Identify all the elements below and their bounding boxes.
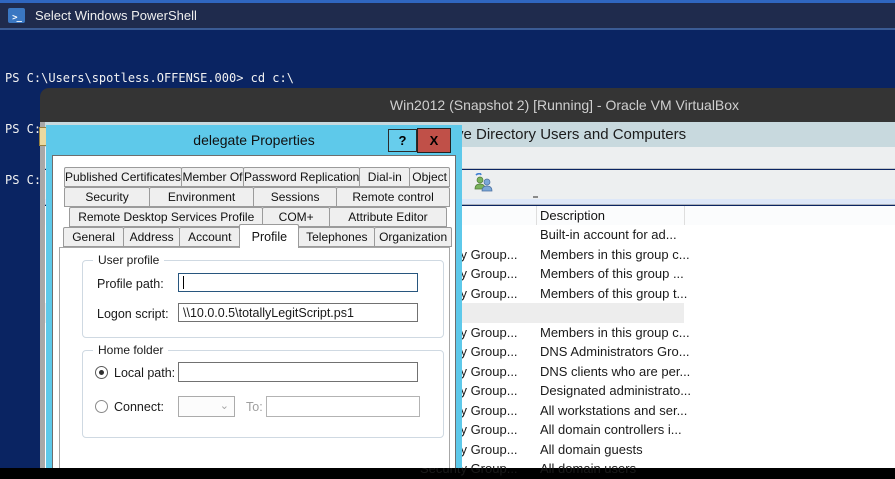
text-caret xyxy=(183,276,184,289)
aduc-window-title: Active Directory Users and Computers xyxy=(431,126,686,143)
tab-address[interactable]: Address xyxy=(123,227,180,247)
tab-security[interactable]: Security xyxy=(64,187,150,207)
connect-radio[interactable] xyxy=(95,400,108,413)
drive-letter-select[interactable]: ⌄ xyxy=(178,396,235,417)
tab-published-certificates[interactable]: Published Certificates xyxy=(64,167,182,187)
cell-description: Designated administrato... xyxy=(540,383,691,398)
tab-attribute-editor[interactable]: Attribute Editor xyxy=(329,207,447,227)
tab-row: General Address Account Profile Telephon… xyxy=(63,227,451,247)
cell-description: All domain users xyxy=(540,461,636,476)
users-icon[interactable] xyxy=(473,173,495,193)
cell-description: DNS clients who are per... xyxy=(540,364,690,379)
logon-script-value: \\10.0.0.5\totallyLegitScript.ps1 xyxy=(183,306,354,320)
tab-account[interactable]: Account xyxy=(179,227,240,247)
group-legend: User profile xyxy=(93,253,164,267)
powershell-window-title: Select Windows PowerShell xyxy=(35,8,197,23)
cell-description: DNS Administrators Gro... xyxy=(540,344,690,359)
to-label: To: xyxy=(246,400,263,414)
powershell-titlebar-divider xyxy=(0,28,895,30)
close-button[interactable]: X xyxy=(417,128,451,153)
connect-to-input[interactable] xyxy=(266,396,420,417)
tab-row: Security Environment Sessions Remote con… xyxy=(64,187,449,207)
tab-member-of[interactable]: Member Of xyxy=(181,167,244,187)
chevron-down-icon: ⌄ xyxy=(220,399,229,412)
local-path-radio[interactable] xyxy=(95,366,108,379)
cell-description: All domain guests xyxy=(540,442,643,457)
cell-description: All domain controllers i... xyxy=(540,422,682,437)
home-folder-group: Home folder Local path: Connect: ⌄ To: xyxy=(82,350,444,438)
cell-description: Built-in account for ad... xyxy=(540,227,677,242)
cell-description: Members in this group c... xyxy=(540,247,690,262)
console-line: PS C:\Users\spotless.OFFENSE.000> cd c:\ xyxy=(5,70,895,87)
connect-label: Connect: xyxy=(114,400,164,414)
tab-organization[interactable]: Organization xyxy=(374,227,452,247)
virtualbox-window-title: Win2012 (Snapshot 2) [Running] - Oracle … xyxy=(390,97,739,113)
cell-description: Members in this group c... xyxy=(540,325,690,340)
user-profile-group: User profile Profile path: Logon script:… xyxy=(82,260,444,338)
profile-path-label: Profile path: xyxy=(97,277,164,291)
tab-row: Published Certificates Member Of Passwor… xyxy=(64,167,449,187)
dialog-title: delegate Properties xyxy=(193,132,314,148)
logon-script-label: Logon script: xyxy=(97,307,169,321)
profile-path-input[interactable] xyxy=(178,273,418,292)
tab-dial-in[interactable]: Dial-in xyxy=(359,167,410,187)
tab-password-replication[interactable]: Password Replication xyxy=(243,167,360,187)
tab-sessions[interactable]: Sessions xyxy=(253,187,337,207)
help-button[interactable]: ? xyxy=(388,129,417,152)
group-legend: Home folder xyxy=(93,343,168,357)
delegate-properties-dialog: delegate Properties ? X Published Certif… xyxy=(46,125,462,468)
cell-description: Members of this group ... xyxy=(540,266,684,281)
powershell-titlebar[interactable]: >_ Select Windows PowerShell xyxy=(0,3,895,28)
tab-environment[interactable]: Environment xyxy=(149,187,254,207)
description-column-header[interactable]: Description xyxy=(540,208,605,223)
tab-remote-control[interactable]: Remote control xyxy=(336,187,450,207)
toolbar-divider xyxy=(533,196,538,198)
tab-general[interactable]: General xyxy=(63,227,124,247)
cell-description: All workstations and ser... xyxy=(540,403,687,418)
tab-remote-desktop-services-profile[interactable]: Remote Desktop Services Profile xyxy=(69,207,263,227)
cell-description: Members of this group t... xyxy=(540,286,687,301)
local-path-label: Local path: xyxy=(114,366,175,380)
column-separator[interactable] xyxy=(536,206,537,225)
tab-telephones[interactable]: Telephones xyxy=(298,227,375,247)
local-path-input[interactable] xyxy=(178,362,418,382)
dialog-client-area: Published Certificates Member Of Passwor… xyxy=(52,155,456,468)
powershell-icon: >_ xyxy=(8,8,25,23)
logon-script-input[interactable]: \\10.0.0.5\totallyLegitScript.ps1 xyxy=(178,303,418,322)
profile-tab-panel: User profile Profile path: Logon script:… xyxy=(59,247,450,468)
tab-profile[interactable]: Profile xyxy=(239,224,299,248)
tab-object[interactable]: Object xyxy=(409,167,450,187)
virtualbox-titlebar[interactable]: Win2012 (Snapshot 2) [Running] - Oracle … xyxy=(40,88,895,122)
column-separator[interactable] xyxy=(684,206,685,225)
